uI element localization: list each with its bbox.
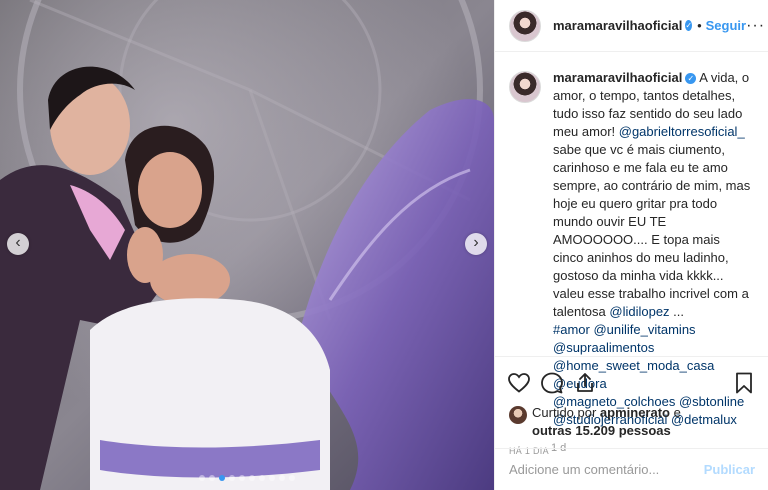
carousel-dot bbox=[249, 475, 255, 481]
carousel-prev-button[interactable]: ‹ bbox=[7, 233, 29, 255]
likes-conjunction: e bbox=[670, 405, 681, 420]
post-sidebar: maramaravilhaoficial ✓ • Seguir ··· mara… bbox=[494, 0, 768, 490]
instagram-post: ‹ › maramaravilhaoficial ✓ • Seguir ··· … bbox=[0, 0, 768, 490]
carousel-dot bbox=[279, 475, 285, 481]
mention-link[interactable]: @supraalimentos bbox=[553, 340, 654, 355]
verified-icon: ✓ bbox=[685, 20, 693, 31]
carousel-dot bbox=[219, 475, 225, 481]
author-username[interactable]: maramaravilhaoficial bbox=[553, 18, 682, 33]
mention-link[interactable]: @gabrieltorresoficial_ bbox=[619, 124, 745, 139]
action-bar bbox=[495, 356, 768, 400]
chevron-left-icon: ‹ bbox=[15, 234, 21, 251]
carousel-dot bbox=[239, 475, 245, 481]
hashtag-link[interactable]: #amor bbox=[553, 322, 590, 337]
more-options-icon[interactable]: ··· bbox=[746, 17, 765, 35]
carousel-dot bbox=[199, 475, 205, 481]
heart-icon[interactable] bbox=[507, 371, 531, 395]
mention-link[interactable]: @unilife_vitamins bbox=[593, 322, 695, 337]
publish-button[interactable]: Publicar bbox=[704, 462, 755, 477]
caption-area: maramaravilhaoficial ✓ A vida, o amor, o … bbox=[495, 52, 768, 454]
post-media[interactable]: ‹ › bbox=[0, 0, 494, 490]
liker-avatar[interactable] bbox=[509, 406, 527, 424]
caption-username[interactable]: maramaravilhaoficial bbox=[553, 70, 682, 85]
caption-body-3: ... bbox=[669, 304, 684, 319]
verified-icon: ✓ bbox=[685, 73, 697, 85]
avatar[interactable] bbox=[509, 9, 541, 42]
carousel-dot bbox=[209, 475, 215, 481]
comment-icon[interactable] bbox=[540, 371, 564, 395]
comment-input[interactable] bbox=[509, 462, 704, 477]
likes-count-link[interactable]: outras 15.209 pessoas bbox=[532, 423, 671, 438]
carousel-dot bbox=[269, 475, 275, 481]
carousel-dot bbox=[259, 475, 265, 481]
carousel-dot bbox=[229, 475, 235, 481]
likes-prefix: Curtido por bbox=[532, 405, 600, 420]
carousel-dot bbox=[289, 475, 295, 481]
carousel-indicator bbox=[0, 475, 494, 481]
liker-username[interactable]: apminerato bbox=[600, 405, 670, 420]
carousel-next-button[interactable]: › bbox=[465, 233, 487, 255]
bookmark-icon[interactable] bbox=[732, 371, 756, 395]
mention-link[interactable]: @lidilopez bbox=[609, 304, 669, 319]
post-photo bbox=[0, 0, 494, 490]
share-icon[interactable] bbox=[573, 371, 597, 395]
caption-text: maramaravilhaoficial ✓ A vida, o amor, o … bbox=[551, 69, 753, 454]
separator-dot: • bbox=[697, 18, 702, 33]
likes-text: Curtido por apminerato e outras 15.209 p… bbox=[532, 404, 681, 440]
post-header: maramaravilhaoficial ✓ • Seguir ··· bbox=[495, 0, 768, 52]
caption-body-2: sabe que vc é mais ciumento, carinhoso e… bbox=[553, 142, 751, 319]
likes-summary: Curtido por apminerato e outras 15.209 p… bbox=[495, 400, 768, 440]
avatar[interactable] bbox=[509, 71, 541, 103]
chevron-right-icon: › bbox=[473, 234, 479, 251]
comment-box: Publicar bbox=[495, 448, 768, 490]
follow-button[interactable]: Seguir bbox=[706, 18, 746, 33]
